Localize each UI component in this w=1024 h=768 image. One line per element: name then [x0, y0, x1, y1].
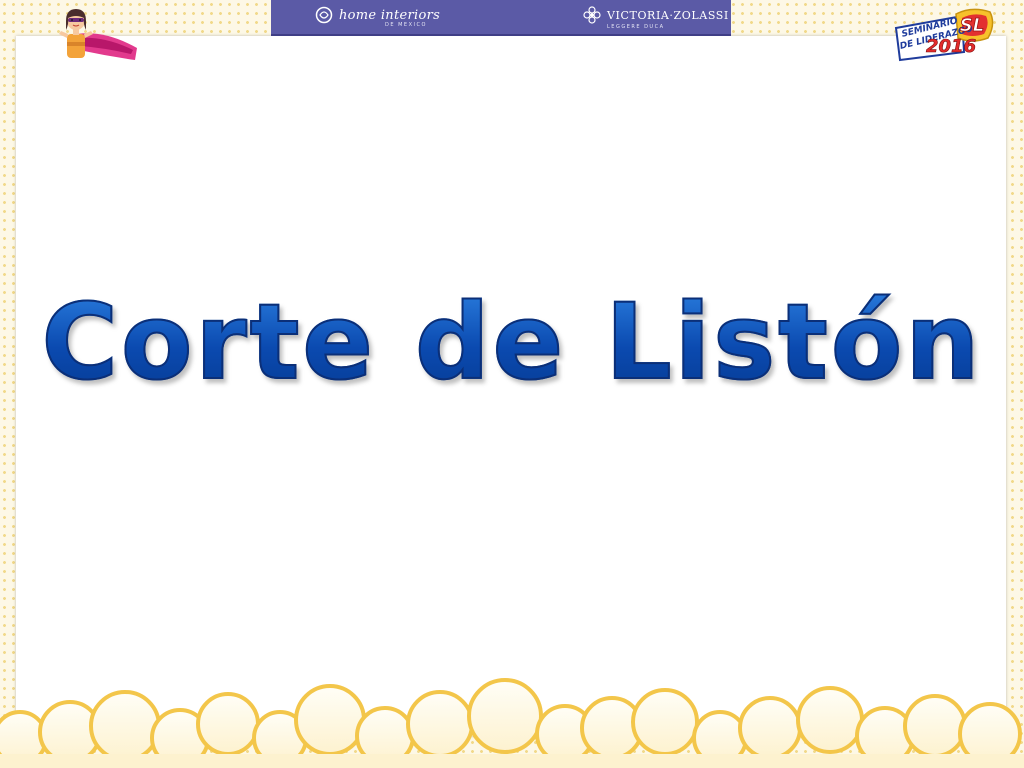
home-interiors-logo: home interiors DE MEXICO — [315, 6, 441, 28]
home-interiors-subtitle: DE MEXICO — [385, 22, 427, 28]
home-interiors-wordmark: home interiors — [339, 7, 441, 23]
seminario-liderazgo-badge: SEMINARIO DE LIDERAZGO 2016 SL — [892, 8, 996, 62]
victoria-zolassi-wordmark: VICTORIA·ZOLASSI — [607, 8, 729, 22]
cloud-border-decoration — [0, 678, 1024, 768]
badge-initials: SL — [959, 14, 985, 36]
victoria-zolassi-logo: VICTORIA·ZOLASSI LEGGERE DUCA — [583, 6, 729, 30]
home-interiors-emblem-icon — [315, 6, 333, 24]
slide-title: Corte de Listón — [0, 284, 1024, 401]
victoria-flower-icon — [583, 6, 601, 24]
brand-header-bar: home interiors DE MEXICO VICTORIA·ZOLASS… — [271, 0, 731, 36]
victoria-zolassi-subtitle: LEGGERE DUCA — [607, 24, 665, 30]
superhero-woman-icon — [59, 9, 137, 60]
